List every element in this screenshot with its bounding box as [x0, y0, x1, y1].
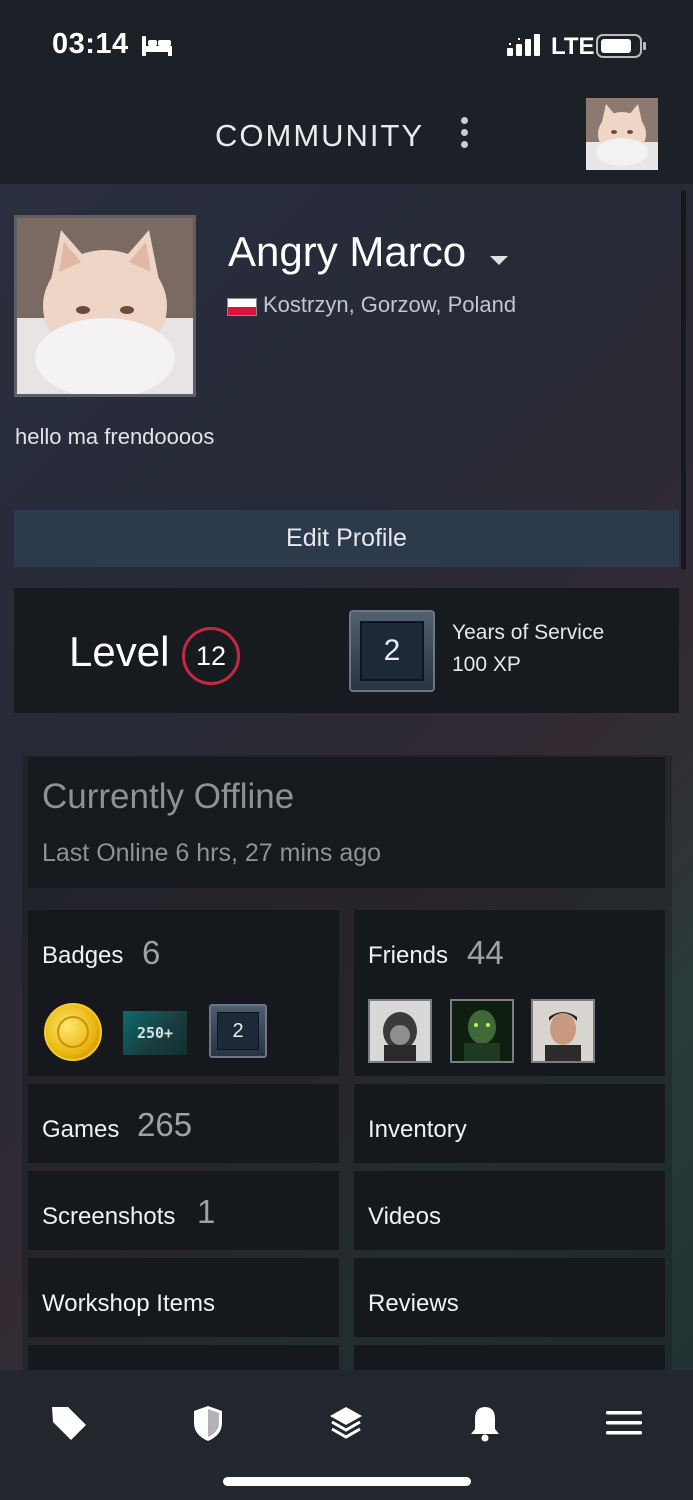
partial-tile[interactable] — [28, 1345, 339, 1370]
header-avatar[interactable] — [586, 98, 658, 170]
friends-count: 44 — [467, 934, 504, 971]
battery-icon — [596, 34, 646, 58]
years-of-service-badge-icon[interactable]: 2 — [209, 1004, 267, 1058]
games-label: Games — [42, 1116, 120, 1143]
friend-avatar[interactable] — [368, 999, 432, 1063]
reviews-label: Reviews — [368, 1290, 459, 1317]
friends-label: Friends — [368, 942, 449, 969]
bed-icon — [142, 36, 172, 56]
bell-icon[interactable] — [465, 1403, 505, 1443]
inventory-tile[interactable]: Inventory — [354, 1084, 665, 1163]
service-badge-xp: 100 XP — [452, 653, 521, 676]
partial-tile[interactable] — [354, 1345, 665, 1370]
service-badge-title: Years of Service — [452, 621, 605, 644]
videos-tile[interactable]: Videos — [354, 1171, 665, 1250]
shield-icon[interactable] — [188, 1403, 228, 1443]
chevron-down-icon[interactable] — [490, 256, 508, 265]
status-time: 03:14 — [52, 28, 129, 60]
menu-icon[interactable] — [604, 1403, 644, 1443]
tag-icon[interactable] — [49, 1403, 89, 1443]
layers-icon[interactable] — [326, 1403, 366, 1443]
reviews-tile[interactable]: Reviews — [354, 1258, 665, 1337]
workshop-items-tile[interactable]: Workshop Items — [28, 1258, 339, 1337]
profile-summary: hello ma frendoooos — [15, 424, 215, 449]
app-header: COMMUNITY — [0, 92, 693, 184]
edit-profile-button[interactable]: Edit Profile — [14, 510, 679, 567]
badges-tile[interactable]: Badges 6 250+ 2 — [28, 910, 339, 1076]
inventory-label: Inventory — [368, 1116, 467, 1143]
games-tile[interactable]: Games 265 — [28, 1084, 339, 1163]
videos-label: Videos — [368, 1203, 441, 1230]
workshop-items-label: Workshop Items — [42, 1290, 215, 1317]
profile-name[interactable]: Angry Marco — [228, 228, 466, 276]
level-badge: 12 — [182, 627, 240, 685]
friends-tile[interactable]: Friends 44 — [354, 910, 665, 1076]
scrollbar[interactable] — [681, 190, 686, 570]
page-title: COMMUNITY — [215, 118, 425, 153]
last-online-text: Last Online 6 hrs, 27 mins ago — [42, 839, 382, 867]
badges-count: 6 — [142, 934, 161, 971]
status-bar: 03:14 LTE — [0, 0, 693, 92]
gold-coin-badge-icon[interactable] — [44, 1003, 102, 1061]
level-panel: Level 12 2 Years of Service 100 XP — [14, 588, 679, 713]
friend-avatar[interactable] — [450, 999, 514, 1063]
profile-avatar[interactable] — [14, 215, 196, 397]
badges-label: Badges — [42, 942, 124, 969]
more-options-icon[interactable] — [451, 114, 477, 154]
screenshots-label: Screenshots — [42, 1203, 176, 1230]
signal-icon — [507, 34, 540, 56]
online-status-title: Currently Offline — [42, 777, 295, 816]
screenshots-count: 1 — [197, 1193, 216, 1230]
home-indicator[interactable] — [223, 1477, 471, 1486]
screenshots-tile[interactable]: Screenshots 1 — [28, 1171, 339, 1250]
online-status-box: Currently Offline Last Online 6 hrs, 27 … — [28, 757, 665, 888]
level-label: Level — [69, 628, 170, 675]
profile-location: Kostrzyn, Gorzow, Poland — [263, 292, 517, 317]
network-label: LTE — [551, 33, 595, 60]
friend-avatar[interactable] — [531, 999, 595, 1063]
badge-250-icon[interactable]: 250+ — [123, 1011, 187, 1055]
poland-flag-icon — [227, 298, 257, 316]
service-badge-value: 2 — [360, 621, 424, 681]
games-count: 265 — [137, 1106, 193, 1143]
years-of-service-badge[interactable]: 2 — [349, 610, 435, 692]
